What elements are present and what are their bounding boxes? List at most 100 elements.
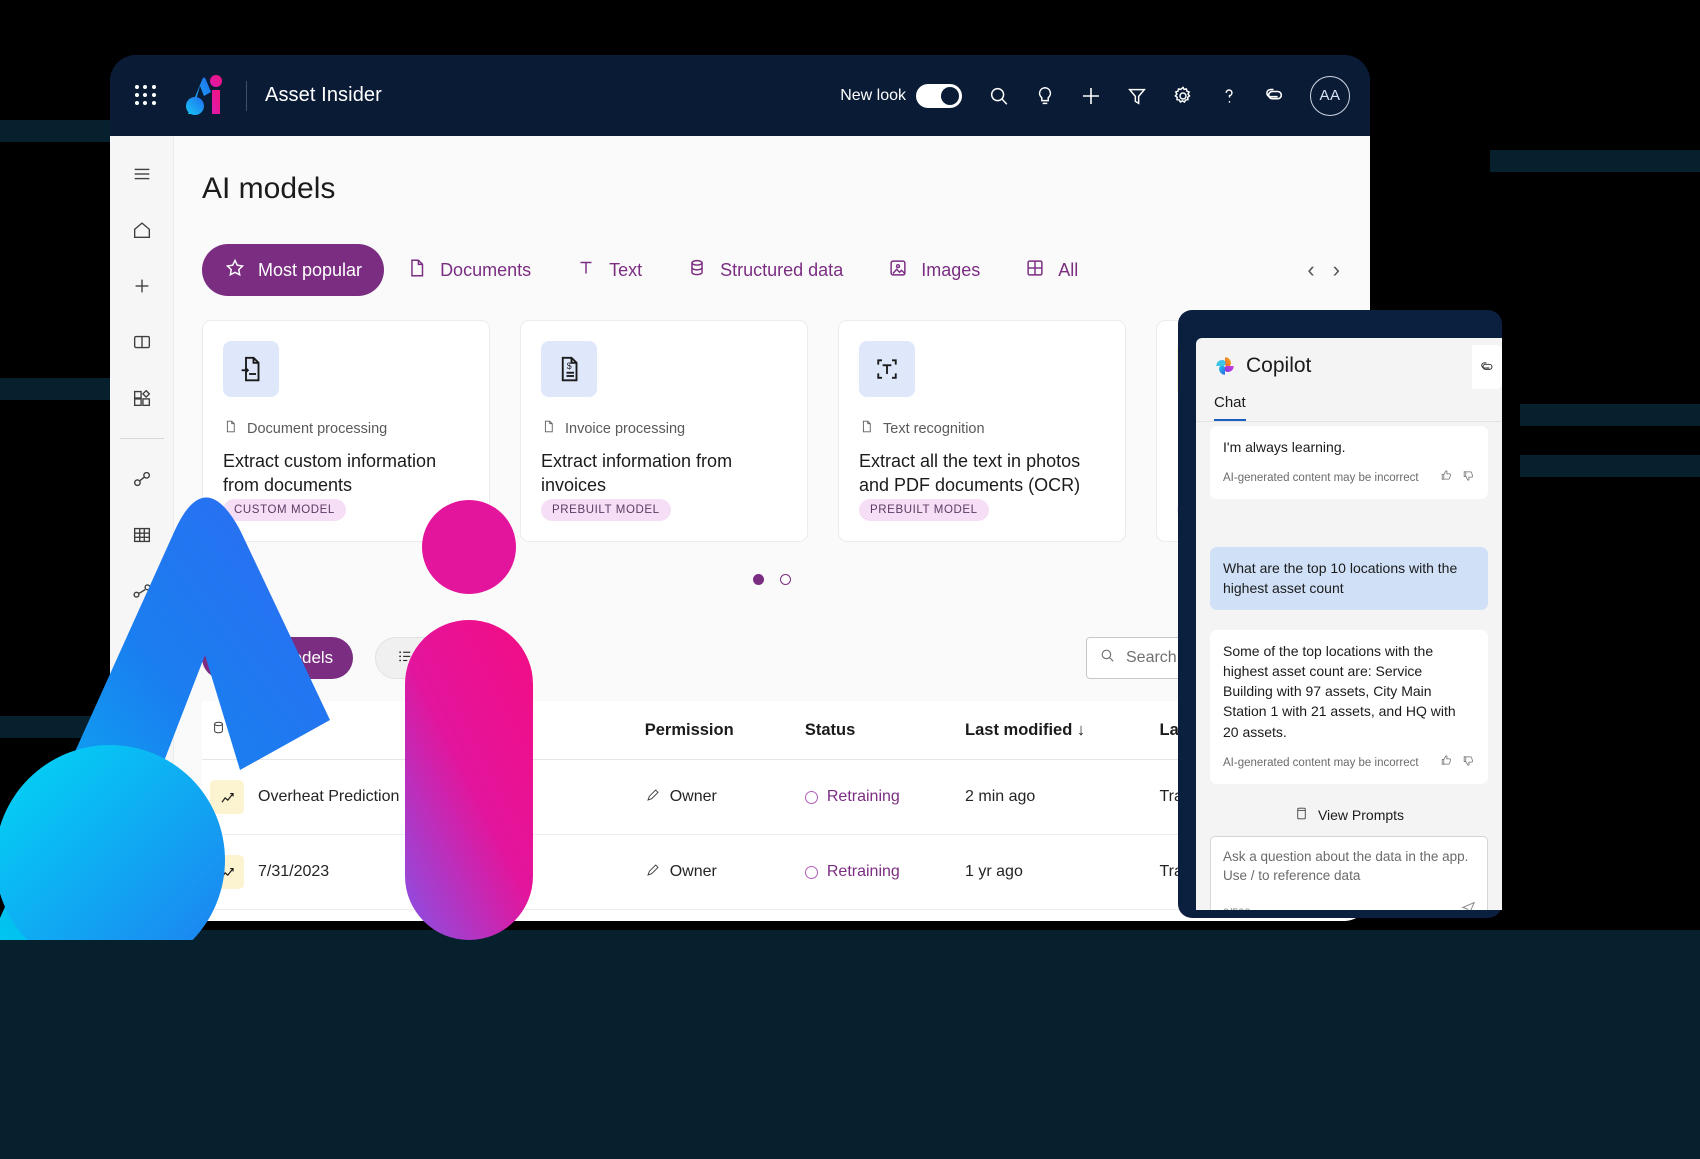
table-icon[interactable] (122, 515, 162, 555)
my-models-label: My models (251, 648, 334, 667)
thumb-down-icon[interactable] (1462, 754, 1475, 773)
cell-last-modified: 2 min ago (957, 759, 1152, 835)
chat-message-user: What are the top 10 locations with the h… (1210, 546, 1488, 610)
category-tabs: Most popular Documents Text Structured d… (202, 242, 1350, 298)
table-row[interactable]: 7/28/2023 Owner (202, 909, 1346, 921)
flow-icon[interactable] (122, 571, 162, 611)
thumb-up-icon[interactable] (1440, 754, 1453, 773)
cell-status: Retraining (796, 834, 958, 910)
disclaimer-text: AI-generated content may be incorrect (1223, 472, 1419, 485)
table-row[interactable]: Overheat Prediction Owner Retraining 2 m… (202, 759, 1346, 835)
star-icon (224, 257, 246, 284)
copilot-messages[interactable]: I'm always learning. AI-generated conten… (1196, 422, 1502, 790)
page-icon (541, 419, 556, 438)
category-text[interactable]: Text (553, 244, 664, 296)
page-icon (859, 419, 874, 438)
search-icon[interactable] (976, 73, 1022, 119)
column-permission[interactable]: Permission (636, 701, 797, 760)
cell-status: Retraining (796, 909, 958, 921)
plus-icon[interactable] (122, 266, 162, 306)
cell-last-modified: 1 yr ago (957, 909, 1152, 921)
thumb-up-icon[interactable] (1440, 469, 1453, 488)
view-prompts-button[interactable]: View Prompts (1196, 806, 1502, 824)
book-icon[interactable] (122, 322, 162, 362)
copilot-input-placeholder: Ask a question about the data in the app… (1223, 849, 1469, 883)
document-extract-icon (223, 341, 279, 397)
copilot-input[interactable]: Ask a question about the data in the app… (1210, 836, 1488, 910)
new-look-label: New look (840, 86, 906, 104)
lightbulb-icon[interactable] (1022, 73, 1068, 119)
backdrop-band (1520, 404, 1700, 426)
model-card-kind: Invoice processing (541, 419, 787, 438)
column-label: Name (236, 720, 281, 739)
ai-icon[interactable] (122, 627, 162, 667)
cell-permission: Owner (636, 909, 797, 921)
avatar[interactable]: AA (1310, 75, 1350, 116)
screen-root: Asset Insider New look AA AI models Most… (0, 0, 1700, 1159)
column-status[interactable]: Status (796, 701, 958, 760)
carousel-dot-2[interactable] (780, 574, 791, 585)
chevron-left-icon[interactable]: ‹ (1307, 259, 1314, 281)
category-structured-data[interactable]: Structured data (664, 244, 865, 296)
model-card-badge: PREBUILT MODEL (859, 499, 989, 521)
cell-permission: Owner (636, 834, 797, 910)
app-title: Asset Insider (265, 84, 382, 106)
connector-icon[interactable] (122, 459, 162, 499)
column-last-modified[interactable]: Last modified ↓ (957, 701, 1152, 760)
carousel-dot-1[interactable] (753, 574, 764, 585)
backdrop-band (1490, 150, 1700, 172)
document-icon (406, 257, 428, 284)
apps-icon[interactable] (122, 378, 162, 418)
table-row[interactable]: 7/31/2023 Owner Retraining 1 yr ago (202, 834, 1346, 910)
cell-name: 7/31/2023 (202, 834, 637, 910)
chat-message-bot: Some of the top locations with the highe… (1210, 629, 1488, 784)
table-header-row: Name Permission Status Last modified ↓ L… (202, 701, 1346, 760)
filter-icon[interactable] (1114, 73, 1160, 119)
title-bar-actions: New look AA (840, 73, 1370, 119)
copilot-expand-tab[interactable] (1472, 345, 1502, 389)
page-title: AI models (202, 172, 336, 205)
status-badge: Retraining (804, 863, 949, 881)
cell-name: 7/28/2023 (202, 909, 637, 921)
person-icon (222, 647, 240, 670)
chevron-right-icon[interactable]: › (1333, 259, 1340, 281)
all-models-button[interactable]: All models (375, 637, 525, 679)
asset-insider-logo (178, 70, 230, 122)
invoice-icon: $ (541, 341, 597, 397)
column-name[interactable]: Name (202, 701, 637, 760)
model-card[interactable]: Text recognition Extract all the text in… (838, 320, 1126, 542)
chat-message-bot: I'm always learning. AI-generated conten… (1210, 426, 1488, 499)
backdrop-band (0, 930, 1700, 1159)
model-card-kind-label: Text recognition (883, 420, 985, 437)
category-all[interactable]: All (1002, 244, 1100, 296)
model-card[interactable]: $ Invoice processing Extract information… (520, 320, 808, 542)
thumb-down-icon[interactable] (1462, 469, 1475, 488)
category-most-popular[interactable]: Most popular (202, 244, 385, 296)
new-look-toggle[interactable] (916, 83, 962, 108)
plus-icon[interactable] (1068, 73, 1114, 119)
category-documents[interactable]: Documents (384, 244, 553, 296)
copilot-icon[interactable] (1252, 73, 1298, 119)
char-counter: 0/500 (1223, 907, 1251, 910)
database-icon (686, 257, 708, 284)
backdrop-band (1520, 455, 1700, 477)
help-icon[interactable] (1206, 73, 1252, 119)
my-models-button[interactable]: My models (202, 637, 354, 679)
home-icon[interactable] (122, 210, 162, 250)
tab-chat[interactable]: Chat (1214, 394, 1246, 421)
model-card-kind: Text recognition (859, 419, 1105, 438)
hamburger-icon[interactable] (122, 154, 162, 194)
all-models-label: All models (425, 648, 504, 667)
category-label: Images (921, 259, 981, 280)
category-images[interactable]: Images (865, 244, 1002, 296)
cell-status: Retraining (796, 759, 958, 835)
model-card[interactable]: Document processing Extract custom infor… (202, 320, 490, 542)
category-label: Structured data (720, 259, 844, 280)
category-label: Documents (440, 259, 532, 280)
gear-icon[interactable] (1160, 73, 1206, 119)
app-launcher-icon[interactable] (132, 82, 160, 110)
copilot-logo-icon (1214, 355, 1236, 377)
cell-last-modified: 1 yr ago (957, 834, 1152, 910)
send-icon[interactable] (1460, 899, 1477, 910)
backdrop-band (0, 120, 110, 142)
